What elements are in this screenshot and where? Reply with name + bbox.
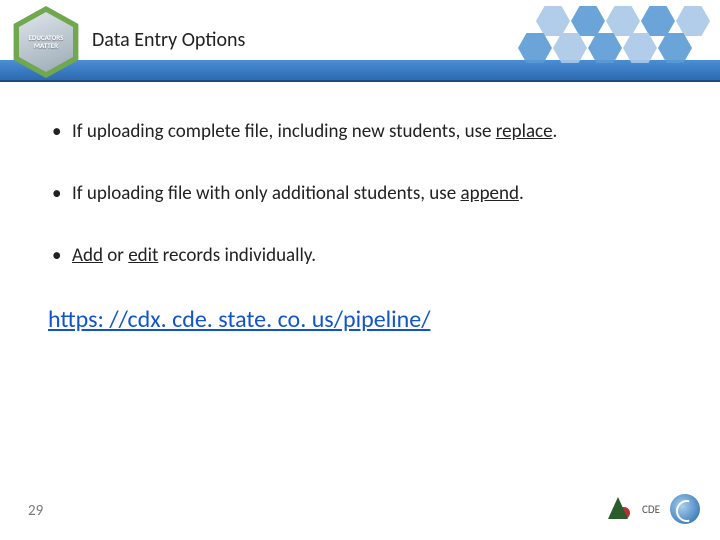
bullet-text: . bbox=[553, 120, 558, 143]
logo-text-line2: MATTER bbox=[34, 42, 58, 50]
bullet-text: If uploading complete file, including ne… bbox=[72, 120, 496, 143]
bullet-item: If uploading file with only additional s… bbox=[48, 182, 672, 206]
bullet-item: If uploading complete file, including ne… bbox=[48, 120, 672, 144]
keyword-add: Add bbox=[72, 244, 103, 267]
bullet-item: Add or edit records individually. bbox=[48, 244, 672, 268]
slide-title: Data Entry Options bbox=[92, 28, 245, 52]
cde-label: CDE bbox=[642, 503, 660, 516]
bullet-text: records individually. bbox=[158, 244, 316, 267]
keyword-append: append bbox=[460, 182, 518, 205]
educators-matter-logo: EDUCATORS MATTER bbox=[10, 6, 82, 78]
colorado-tree-icon bbox=[604, 495, 632, 523]
bullet-text: . bbox=[519, 182, 524, 205]
bullet-list: If uploading complete file, including ne… bbox=[48, 120, 672, 267]
slide-header: EDUCATORS MATTER Data Entry Options bbox=[0, 0, 720, 90]
keyword-replace: replace bbox=[496, 120, 553, 143]
footer-logos: CDE bbox=[604, 494, 700, 524]
pipeline-link[interactable]: https: //cdx. cde. state. co. us/pipelin… bbox=[48, 305, 672, 334]
bullet-text: If uploading file with only additional s… bbox=[72, 182, 460, 205]
keyword-edit: edit bbox=[128, 244, 158, 267]
slide-content: If uploading complete file, including ne… bbox=[0, 90, 720, 334]
cde-round-icon bbox=[670, 494, 700, 524]
hexagon-decoration bbox=[500, 0, 720, 78]
bullet-text: or bbox=[103, 244, 128, 267]
page-number: 29 bbox=[28, 502, 43, 520]
